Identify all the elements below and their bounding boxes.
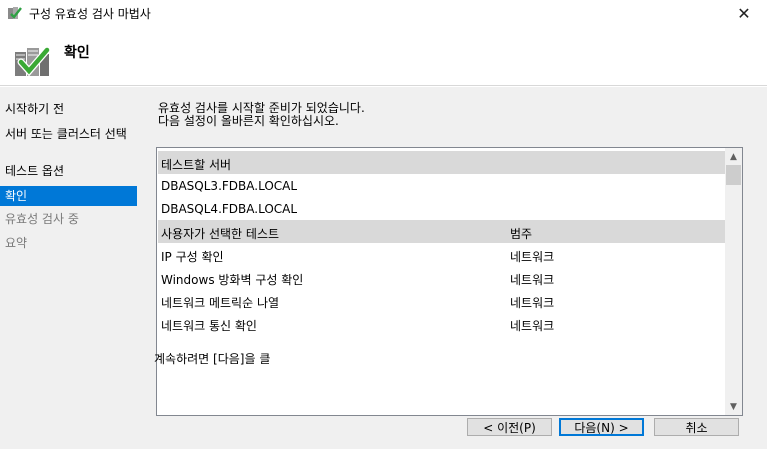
intro-line-2: 다음 설정이 올바른지 확인하십시오. <box>158 114 339 128</box>
intro-text: 유효성 검사를 시작할 준비가 되었습니다. 다음 설정이 올바른지 확인하십시… <box>158 102 365 128</box>
step-before-you-begin[interactable]: 시작하기 전 <box>0 103 137 116</box>
close-icon[interactable]: ✕ <box>721 0 767 26</box>
list-item[interactable]: DBASQL4.FDBA.LOCAL <box>158 197 725 220</box>
back-button[interactable]: < 이전(P) <box>467 418 552 436</box>
listbox-content: 테스트할 서버 DBASQL3.FDBA.LOCAL DBASQL4.FDBA.… <box>158 149 725 414</box>
step-validating: 유효성 검사 중 <box>5 212 79 226</box>
wizard-steps-sidebar: 시작하기 전 서버 또는 클러스터 선택 테스트 옵션 확인 유효성 검사 중 … <box>0 87 138 449</box>
next-button[interactable]: 다음(N) > <box>559 418 644 436</box>
continue-hint: 계속하려면 [다음]을 클 <box>154 352 271 366</box>
scrollbar-thumb[interactable] <box>726 165 741 185</box>
list-item[interactable]: DBASQL3.FDBA.LOCAL <box>158 174 725 197</box>
scroll-down-icon[interactable]: ▼ <box>725 398 742 415</box>
wizard-check-icon <box>15 46 51 77</box>
cancel-button[interactable]: 취소 <box>654 418 739 436</box>
scroll-up-icon[interactable]: ▲ <box>725 148 742 165</box>
list-item[interactable]: IP 구성 확인 네트워크 <box>158 243 725 266</box>
confirmation-listbox[interactable]: 테스트할 서버 DBASQL3.FDBA.LOCAL DBASQL4.FDBA.… <box>156 147 743 416</box>
list-item[interactable]: Windows 방화벽 구성 확인 네트워크 <box>158 266 725 289</box>
wizard-app-icon <box>8 7 22 19</box>
servers-group-header: 테스트할 서버 <box>158 151 725 174</box>
window-title: 구성 유효성 검사 마법사 <box>29 7 151 21</box>
step-select-servers[interactable]: 서버 또는 클러스터 선택 <box>0 128 130 141</box>
step-test-options[interactable]: 테스트 옵션 <box>0 165 137 178</box>
list-item[interactable]: 네트워크 메트릭순 나열 네트워크 <box>158 289 725 312</box>
title-bar: 구성 유효성 검사 마법사 ✕ <box>0 0 767 26</box>
tests-group-header: 사용자가 선택한 테스트 범주 <box>158 220 725 243</box>
step-summary: 요약 <box>5 236 28 250</box>
main-panel: 유효성 검사를 시작할 준비가 되었습니다. 다음 설정이 올바른지 확인하십시… <box>138 87 767 449</box>
vertical-scrollbar[interactable]: ▲ ▼ <box>725 148 742 415</box>
page-title: 확인 <box>64 45 90 61</box>
step-confirmation[interactable]: 확인 <box>0 186 137 206</box>
wizard-header: 확인 <box>0 26 767 86</box>
list-item[interactable]: 네트워크 통신 확인 네트워크 <box>158 312 725 335</box>
